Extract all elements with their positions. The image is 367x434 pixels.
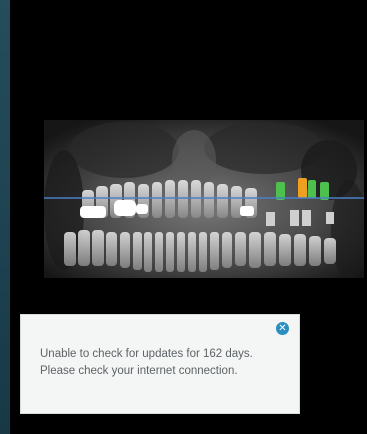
image-viewer[interactable]: ✕ Unable to check for updates for 162 da… [10,0,367,434]
panoramic-xray-image[interactable] [44,120,364,278]
close-icon[interactable]: ✕ [276,322,289,335]
implant-marker [298,178,307,198]
implant-marker [308,180,316,198]
window-side-strip [0,0,10,434]
update-notification: ✕ Unable to check for updates for 162 da… [20,314,300,414]
notification-message: Unable to check for updates for 162 days… [40,348,253,377]
